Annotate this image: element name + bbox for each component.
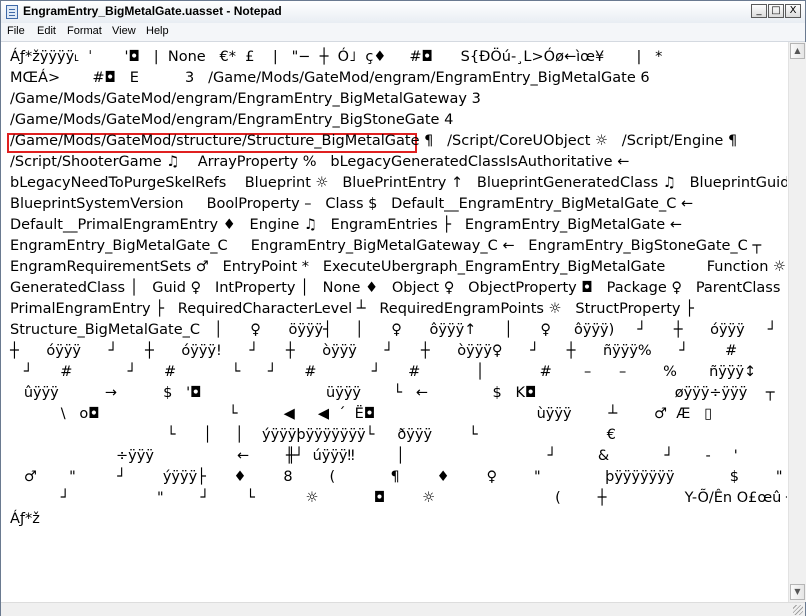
maximize-button[interactable]: □ (768, 4, 784, 18)
menu-edit[interactable]: Edit (37, 25, 56, 37)
text-line: ÷ÿÿÿ ← ╫┘ úÿÿÿ‼ │ ┘ & ┘ - ' ┘ (10, 448, 787, 464)
notepad-app-icon (6, 5, 18, 19)
text-line: Áƒ*žÿÿÿÿ˪ ˈ '◘ | None €* £ | "− ┼ Ó˩ ç♦ … (10, 49, 663, 65)
text-line: Structure_BigMetalGate_C │ ♀ öÿÿÿ┤ │ ♀ ô… (10, 322, 777, 338)
text-line: EngramEntry_BigMetalGate_C EngramEntry_B… (10, 238, 762, 254)
text-editor-area[interactable]: Áƒ*žÿÿÿÿ˪ ˈ '◘ | None €* £ | "− ┼ Ó˩ ç♦ … (2, 42, 787, 602)
scroll-up-arrow-icon[interactable]: ▲ (790, 43, 805, 59)
window-title: EngramEntry_BigMetalGate.uasset - Notepa… (23, 4, 282, 18)
status-strip (1, 602, 805, 616)
text-line: Áƒ*ž (10, 511, 40, 527)
scroll-down-arrow-icon[interactable]: ▼ (790, 584, 805, 600)
minimize-button[interactable]: _ (751, 4, 767, 18)
menu-bar: File Edit Format View Help (1, 23, 805, 42)
text-line: ┘ " ┘ └ ☼ ◘ ☼ ( ┼ Y-Õ/Ên O£œû ┤´L˝ (10, 490, 787, 506)
resize-grip-icon[interactable] (793, 605, 803, 615)
vertical-scrollbar[interactable]: ▲ ▼ (788, 42, 806, 602)
text-line: /Game/Mods/GateMod/engram/EngramEntry_Bi… (10, 112, 454, 128)
menu-format[interactable]: Format (67, 25, 102, 37)
title-bar[interactable]: EngramEntry_BigMetalGate.uasset - Notepa… (1, 1, 805, 24)
notepad-window: EngramEntry_BigMetalGate.uasset - Notepa… (0, 0, 806, 616)
text-line: PrimalEngramEntry ├ RequiredCharacterLev… (10, 301, 694, 317)
text-line: /Game/Mods/GateMod/engram/EngramEntry_Bi… (10, 91, 481, 107)
text-line: ♂ " ┘ ýÿÿÿ├ ♦ 8 ( ¶ ♦ ♀ " þÿÿÿÿÿÿÿ $ " ┘… (23, 469, 783, 485)
text-line: EngramRequirementSets ♂ EntryPoint * Exe… (10, 259, 787, 275)
menu-file[interactable]: File (7, 25, 25, 37)
menu-help[interactable]: Help (146, 25, 169, 37)
text-line: Default__PrimalEngramEntry ♦ Engine ♫ En… (10, 217, 682, 233)
text-line: \ o◘ └ ◀ ◀ ´ Ë◘ ùÿÿÿ ┴ ♂ Æ ▯ (10, 406, 713, 422)
text-line: GeneratedClass │ Guid ♀ IntProperty │ No… (10, 280, 787, 296)
close-button[interactable]: X (785, 4, 801, 18)
text-line-highlighted: /Game/Mods/GateMod/structure/Structure_B… (10, 133, 738, 149)
text-line: ┼ óÿÿÿ ┘ ┼ óÿÿÿ! ┘ ┼ òÿÿÿ ┘ ┼ òÿÿÿ♀ ┘ ┼ … (10, 343, 738, 359)
text-line: /Script/ShooterGame ♫ ArrayProperty % bL… (10, 154, 630, 170)
menu-view[interactable]: View (112, 25, 136, 37)
text-line: bLegacyNeedToPurgeSkelRefs Blueprint ☼ B… (10, 175, 787, 191)
text-line: ûÿÿÿ → $ '◘ üÿÿÿ └ ← $ K◘ øÿÿÿ÷ÿÿÿ ┬ (10, 385, 775, 401)
text-line: MŒÁ> #◘ E 3 /Game/Mods/GateMod/engram/En… (10, 70, 650, 86)
text-line: └ │ │ ýÿÿÿþÿÿÿÿÿÿÿ└ ðÿÿÿ └ € (10, 427, 616, 443)
text-line: BlueprintSystemVersion BoolProperty – Cl… (10, 196, 694, 212)
text-line: ┘ # ┘ # └ ┘ # ┘ # │ # – – % ñÿÿÿ↕ (10, 364, 757, 380)
